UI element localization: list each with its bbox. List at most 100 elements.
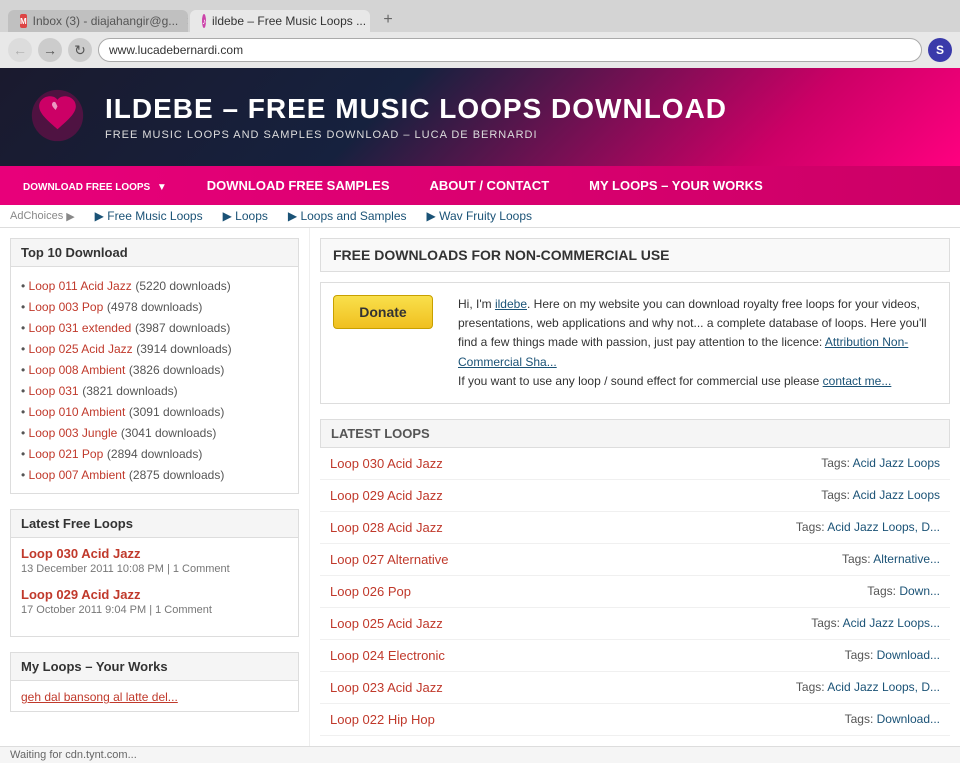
table-row: Loop 023 Acid Jazz Tags: Acid Jazz Loops… (320, 671, 950, 703)
loop-021-link[interactable]: Loop 021 Pop (29, 447, 104, 461)
loops-table: Loop 030 Acid Jazz Tags: Acid Jazz Loops… (320, 448, 950, 736)
table-row: Loop 029 Acid Jazz Tags: Acid Jazz Loops (320, 479, 950, 511)
loop-024-main-link[interactable]: Loop 024 Electronic (330, 648, 445, 663)
donate-container: Donate (333, 295, 443, 391)
tab-gmail-label: Inbox (3) - diajahangir@g... (33, 14, 179, 28)
latest-loops-title: Latest Free Loops (11, 510, 298, 538)
loop-008-link[interactable]: Loop 008 Ambient (29, 363, 126, 377)
nav-my-loops[interactable]: MY LOOPS – YOUR WORKS (569, 166, 783, 205)
search-button[interactable]: S (928, 38, 952, 62)
site-title: ILDEBE – FREE MUSIC LOOPS DOWNLOAD (105, 93, 727, 125)
address-text: www.lucadebernardi.com (109, 43, 243, 57)
tag-acid-jazz-2[interactable]: Acid Jazz Loops (853, 488, 940, 502)
main-content: FREE DOWNLOADS FOR NON-COMMERCIAL USE Do… (310, 228, 960, 746)
logo-icon (30, 88, 85, 143)
table-row: Loop 024 Electronic Tags: Download... (320, 639, 950, 671)
tag-acid-jazz-3[interactable]: Acid Jazz Loops, D... (827, 520, 940, 534)
welcome-box: Donate Hi, I'm ildebe. Here on my websit… (320, 282, 950, 404)
address-bar[interactable]: www.lucadebernardi.com (98, 38, 922, 62)
loop-022-main-link[interactable]: Loop 022 Hip Hop (330, 712, 435, 727)
list-item: • Loop 003 Jungle (3041 downloads) (21, 422, 288, 443)
tag-acid-jazz-5[interactable]: Acid Jazz Loops, D... (827, 680, 940, 694)
latest-loop-1-link[interactable]: Loop 030 Acid Jazz (21, 546, 288, 561)
tag-download[interactable]: Download... (877, 648, 940, 662)
reload-button[interactable]: ↻ (68, 38, 92, 62)
loop-028-main-link[interactable]: Loop 028 Acid Jazz (330, 520, 443, 535)
loop-025-main-link[interactable]: Loop 025 Acid Jazz (330, 616, 443, 631)
tag-hiphop[interactable]: Download... (877, 712, 940, 726)
nav-download-samples[interactable]: DOWNLOAD FREE SAMPLES (187, 166, 410, 205)
tab-ildebe[interactable]: ♪ ildebe – Free Music Loops ... ✕ (190, 10, 370, 32)
loop-025-link[interactable]: Loop 025 Acid Jazz (29, 342, 133, 356)
main-nav: DOWNLOAD FREE LOOPS ▼ DOWNLOAD FREE SAMP… (0, 166, 960, 205)
nav-about[interactable]: ABOUT / CONTACT (410, 166, 570, 205)
list-item: • Loop 007 Ambient (2875 downloads) (21, 464, 288, 485)
my-loops-title: My Loops – Your Works (11, 653, 298, 681)
latest-loop-2-link[interactable]: Loop 029 Acid Jazz (21, 587, 288, 602)
adbar-link-3[interactable]: ▶ Loops and Samples (288, 209, 407, 223)
list-item: • Loop 021 Pop (2894 downloads) (21, 443, 288, 464)
my-loops-section: My Loops – Your Works geh dal bansong al… (10, 652, 299, 712)
browser-tabs: M Inbox (3) - diajahangir@g... ✕ ♪ ildeb… (0, 0, 960, 32)
adbar-link-1[interactable]: ▶ Free Music Loops (95, 209, 203, 223)
site-name-link[interactable]: ildebe (495, 297, 527, 311)
table-row: Loop 026 Pop Tags: Down... (320, 575, 950, 607)
loop-026-main-link[interactable]: Loop 026 Pop (330, 584, 411, 599)
welcome-suffix: If you want to use any loop / sound effe… (458, 374, 823, 388)
top10-content: • Loop 011 Acid Jazz (5220 downloads) • … (11, 267, 298, 493)
status-bar: Waiting for cdn.tynt.com... (0, 746, 960, 763)
tag-down[interactable]: Down... (899, 584, 940, 598)
adbar-link-4[interactable]: ▶ Wav Fruity Loops (427, 209, 532, 223)
site-subtitle: FREE MUSIC LOOPS AND SAMPLES DOWNLOAD – … (105, 129, 727, 141)
latest-loops-section: Latest Free Loops Loop 030 Acid Jazz 13 … (10, 509, 299, 637)
latest-loops-main-header: LATEST LOOPS (320, 419, 950, 448)
my-loops-content: geh dal bansong al latte del... (11, 681, 298, 711)
list-item: • Loop 031 extended (3987 downloads) (21, 317, 288, 338)
tag-alternative[interactable]: Alternative... (873, 552, 940, 566)
my-loops-link[interactable]: geh dal bansong al latte del... (21, 690, 178, 704)
loop-003-jungle-link[interactable]: Loop 003 Jungle (29, 426, 118, 440)
new-tab-button[interactable]: + (376, 8, 400, 32)
gmail-favicon: M (20, 14, 27, 28)
list-item: • Loop 031 (3821 downloads) (21, 380, 288, 401)
tag-acid-jazz-1[interactable]: Acid Jazz Loops (853, 456, 940, 470)
latest-loops-content: Loop 030 Acid Jazz 13 December 2011 10:0… (11, 538, 298, 636)
loop-027-main-link[interactable]: Loop 027 Alternative (330, 552, 449, 567)
loop-030-main-link[interactable]: Loop 030 Acid Jazz (330, 456, 443, 471)
latest-loop-2: Loop 029 Acid Jazz 17 October 2011 9:04 … (21, 587, 288, 616)
latest-loop-1: Loop 030 Acid Jazz 13 December 2011 10:0… (21, 546, 288, 575)
list-item: • Loop 008 Ambient (3826 downloads) (21, 359, 288, 380)
list-item: • Loop 010 Ambient (3091 downloads) (21, 401, 288, 422)
ad-bar: AdChoices ▶ ▶ Free Music Loops ▶ Loops ▶… (0, 205, 960, 228)
forward-button[interactable]: → (38, 38, 62, 62)
latest-loop-1-meta: 13 December 2011 10:08 PM | 1 Comment (21, 563, 288, 575)
latest-loop-2-meta: 17 October 2011 9:04 PM | 1 Comment (21, 604, 288, 616)
table-row: Loop 030 Acid Jazz Tags: Acid Jazz Loops (320, 448, 950, 480)
logo-container (30, 88, 85, 146)
contact-link[interactable]: contact me... (823, 374, 892, 388)
adbar-link-2[interactable]: ▶ Loops (223, 209, 268, 223)
loop-031-ext-link[interactable]: Loop 031 extended (29, 321, 132, 335)
loops-tbody: Loop 030 Acid Jazz Tags: Acid Jazz Loops… (320, 448, 950, 736)
loop-023-main-link[interactable]: Loop 023 Acid Jazz (330, 680, 443, 695)
sidebar: Top 10 Download • Loop 011 Acid Jazz (52… (0, 228, 310, 746)
tag-acid-jazz-4[interactable]: Acid Jazz Loops... (843, 616, 940, 630)
loop-003-pop-link[interactable]: Loop 003 Pop (29, 300, 104, 314)
nav-download-loops[interactable]: DOWNLOAD FREE LOOPS ▼ (0, 166, 187, 205)
back-button[interactable]: ← (8, 38, 32, 62)
tab-close-gmail[interactable]: ✕ (186, 15, 188, 28)
ildebe-favicon: ♪ (202, 14, 206, 28)
site-header: ILDEBE – FREE MUSIC LOOPS DOWNLOAD FREE … (0, 68, 960, 166)
loop-011-link[interactable]: Loop 011 Acid Jazz (29, 279, 132, 293)
status-text: Waiting for cdn.tynt.com... (10, 749, 137, 761)
loop-029-main-link[interactable]: Loop 029 Acid Jazz (330, 488, 443, 503)
loop-007-link[interactable]: Loop 007 Ambient (29, 468, 126, 482)
tab-gmail[interactable]: M Inbox (3) - diajahangir@g... ✕ (8, 10, 188, 32)
table-row: Loop 027 Alternative Tags: Alternative..… (320, 543, 950, 575)
donate-button[interactable]: Donate (333, 295, 433, 329)
table-row: Loop 028 Acid Jazz Tags: Acid Jazz Loops… (320, 511, 950, 543)
list-item: • Loop 003 Pop (4978 downloads) (21, 296, 288, 317)
loop-010-link[interactable]: Loop 010 Ambient (29, 405, 126, 419)
loop-031-link[interactable]: Loop 031 (29, 384, 79, 398)
welcome-prefix: Hi, I'm (458, 297, 495, 311)
